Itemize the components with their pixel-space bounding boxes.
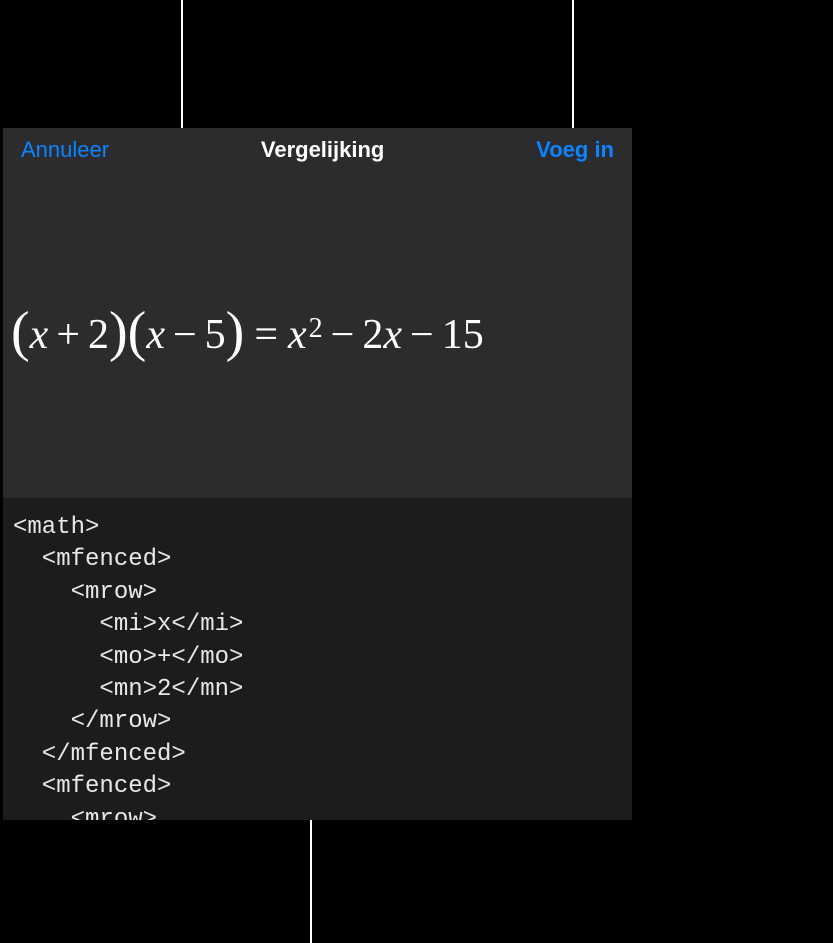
insert-button[interactable]: Voeg in	[536, 137, 614, 163]
callout-line-insert	[572, 0, 574, 128]
equation-preview: (x+2)(x−5)=x2−2x−15	[3, 172, 632, 498]
code-editor[interactable]: <math> <mfenced> <mrow> <mi>x</mi> <mo>+…	[3, 498, 632, 820]
equation-dialog: Annuleer Vergelijking Voeg in (x+2)(x−5)…	[3, 128, 632, 820]
dialog-title: Vergelijking	[261, 137, 385, 163]
cancel-button[interactable]: Annuleer	[21, 137, 109, 163]
dialog-header: Annuleer Vergelijking Voeg in	[3, 128, 632, 172]
code-text: <math> <mfenced> <mrow> <mi>x</mi> <mo>+…	[13, 512, 622, 820]
callout-line-code	[310, 820, 312, 943]
equation-rendered: (x+2)(x−5)=x2−2x−15	[11, 307, 484, 363]
